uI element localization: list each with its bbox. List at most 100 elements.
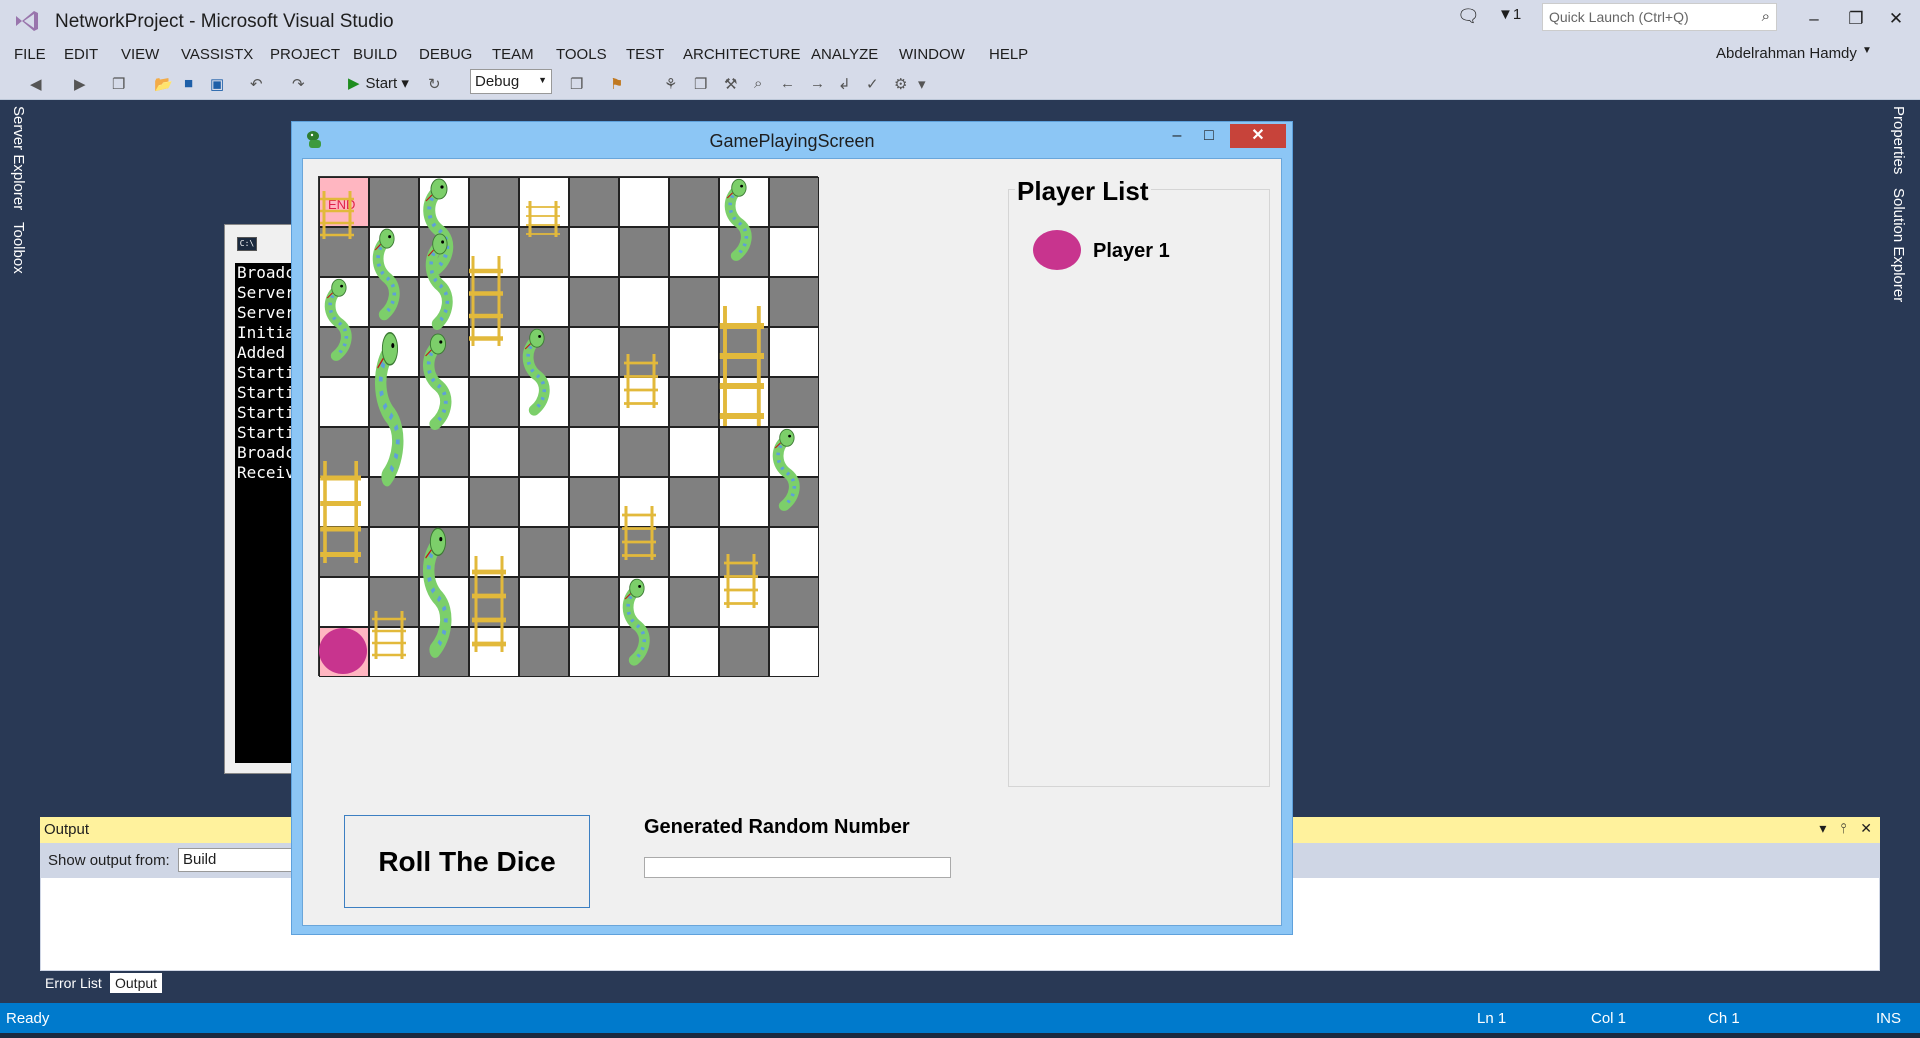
- open-file-icon[interactable]: 📂: [154, 75, 173, 93]
- game-window-titlebar: GamePlayingScreen ‒ □ ✕: [292, 122, 1292, 158]
- minimize-button[interactable]: ‒: [1796, 4, 1832, 34]
- close-icon[interactable]: ✕: [1860, 820, 1872, 836]
- solution-explorer-tab[interactable]: Solution Explorer: [1890, 188, 1907, 302]
- pin-icon[interactable]: ⫯: [1840, 820, 1846, 836]
- board-cell: [469, 277, 519, 327]
- console-line: Starti: [237, 383, 295, 402]
- chevron-down-icon[interactable]: ▼: [1862, 45, 1872, 56]
- menu-build[interactable]: BUILD: [353, 42, 397, 68]
- tool-icon-1[interactable]: ⚘: [664, 75, 677, 93]
- console-output: Broadc Server Server Initia Added Starti…: [235, 263, 295, 763]
- menu-debug[interactable]: DEBUG: [419, 42, 472, 68]
- board-cell: [569, 477, 619, 527]
- tool-icon-5[interactable]: ←: [780, 75, 795, 92]
- user-account-name[interactable]: Abdelrahman Hamdy: [1716, 45, 1857, 62]
- board-cell: [669, 527, 719, 577]
- board-cell: [769, 627, 819, 677]
- feedback-icon[interactable]: 🗨: [1457, 6, 1480, 27]
- console-line: Receiv: [237, 463, 295, 482]
- menu-test[interactable]: TEST: [626, 42, 664, 68]
- menu-architecture[interactable]: ARCHITECTURE: [683, 42, 801, 68]
- menu-vassistx[interactable]: VASSISTX: [181, 42, 253, 68]
- tool-icon-3[interactable]: ⚒: [724, 75, 737, 93]
- quick-launch-input[interactable]: Quick Launch (Ctrl+Q) ⌕: [1542, 3, 1777, 31]
- panel-dropdown-icon[interactable]: ▾: [1819, 820, 1826, 836]
- board-cell: [569, 177, 619, 227]
- status-column: Col 1: [1591, 1010, 1627, 1027]
- game-close-button[interactable]: ✕: [1230, 124, 1286, 148]
- find-icon[interactable]: ⚑: [610, 75, 623, 93]
- game-board: END: [318, 176, 819, 677]
- menu-project[interactable]: PROJECT: [270, 42, 340, 68]
- tool-icon-9[interactable]: ⚙: [894, 75, 907, 93]
- navigate-back-icon[interactable]: ◀: [30, 75, 42, 93]
- board-cell: [569, 427, 619, 477]
- board-cell: [319, 377, 369, 427]
- menu-edit[interactable]: EDIT: [64, 42, 98, 68]
- new-project-icon[interactable]: ❐: [112, 75, 125, 93]
- board-cell: [569, 277, 619, 327]
- error-list-tab[interactable]: Error List: [40, 973, 107, 993]
- save-all-icon[interactable]: ▣: [210, 75, 224, 93]
- search-icon[interactable]: ⌕: [1762, 8, 1770, 25]
- start-debugging-button[interactable]: ▶ Start ▾: [348, 74, 409, 92]
- board-cell: [369, 427, 419, 477]
- tool-icon-8[interactable]: ✓: [866, 75, 879, 93]
- game-maximize-button[interactable]: □: [1194, 124, 1224, 148]
- notification-filter-icon[interactable]: ▼1: [1498, 6, 1521, 23]
- menu-view[interactable]: VIEW: [121, 42, 159, 68]
- menu-file[interactable]: FILE: [14, 42, 46, 68]
- board-cell: [669, 277, 719, 327]
- player-list-title: Player List: [1015, 176, 1151, 207]
- menu-window[interactable]: WINDOW: [899, 42, 965, 68]
- toolbox-tab[interactable]: Toolbox: [10, 222, 27, 274]
- board-cell: [319, 627, 369, 677]
- board-cell: [419, 527, 469, 577]
- undo-icon[interactable]: ↶: [250, 75, 263, 93]
- tool-icon-6[interactable]: →: [810, 75, 825, 92]
- server-console-window[interactable]: C:\ Broadc Server Server Initia Added St…: [224, 224, 295, 774]
- menu-tools[interactable]: TOOLS: [556, 42, 607, 68]
- output-tab[interactable]: Output: [110, 973, 163, 993]
- roll-dice-button[interactable]: Roll The Dice: [344, 815, 590, 908]
- navigate-forward-icon[interactable]: ▶: [74, 75, 86, 93]
- properties-tab[interactable]: Properties: [1890, 106, 1907, 174]
- configuration-value: Debug: [475, 73, 520, 90]
- close-button[interactable]: ✕: [1878, 4, 1914, 34]
- attach-icon[interactable]: ❐: [570, 75, 583, 93]
- output-panel-title: Output: [44, 821, 90, 838]
- save-icon[interactable]: ■: [184, 75, 193, 92]
- menu-bar: FILE EDIT VIEW VASSISTX PROJECT BUILD DE…: [0, 42, 1920, 68]
- console-line: Starti: [237, 403, 295, 422]
- board-cell: [469, 577, 519, 627]
- board-cell: [619, 577, 669, 627]
- redo-icon[interactable]: ↷: [292, 75, 305, 93]
- menu-analyze[interactable]: ANALYZE: [811, 42, 878, 68]
- menu-help[interactable]: HELP: [989, 42, 1028, 68]
- end-label: END: [328, 197, 356, 212]
- tool-icon-2[interactable]: ❐: [694, 75, 707, 93]
- window-title: NetworkProject - Microsoft Visual Studio: [55, 11, 394, 32]
- menu-team[interactable]: TEAM: [492, 42, 534, 68]
- board-cell: [369, 527, 419, 577]
- random-number-field[interactable]: [644, 857, 951, 878]
- solution-configuration-select[interactable]: Debug ▼: [470, 69, 552, 94]
- restore-button[interactable]: ❐: [1838, 4, 1874, 34]
- board-cell: [469, 427, 519, 477]
- board-cell: [719, 227, 769, 277]
- vs-title-bar: NetworkProject - Microsoft Visual Studio…: [0, 0, 1920, 42]
- toolbar-overflow-icon[interactable]: ▾: [918, 75, 926, 93]
- board-cell: [769, 427, 819, 477]
- status-bar: Ready Ln 1 Col 1 Ch 1 INS: [0, 1003, 1920, 1033]
- tool-icon-4[interactable]: ⌕: [754, 75, 762, 92]
- tool-icon-7[interactable]: ↲: [838, 75, 851, 93]
- board-cell: [419, 227, 469, 277]
- server-explorer-tab[interactable]: Server Explorer: [10, 106, 27, 210]
- refresh-icon[interactable]: ↻: [428, 75, 441, 93]
- game-minimize-button[interactable]: ‒: [1162, 124, 1192, 148]
- board-cell: [419, 577, 469, 627]
- board-cell: [769, 377, 819, 427]
- output-source-select[interactable]: Build: [178, 848, 298, 872]
- console-icon: C:\: [237, 237, 257, 251]
- board-cell: [719, 627, 769, 677]
